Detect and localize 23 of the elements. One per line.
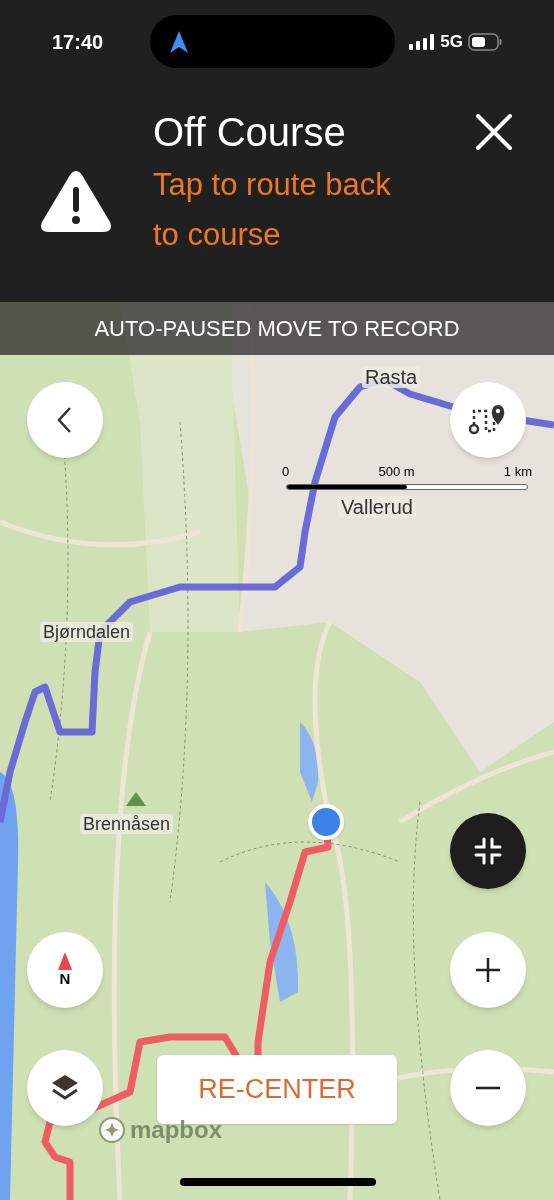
- signal-icon: [409, 34, 436, 50]
- network-label: 5G: [440, 31, 463, 54]
- alert-title: Off Course: [153, 109, 347, 156]
- scale-label: 0: [282, 463, 290, 481]
- map-place-label: Rasta: [362, 366, 421, 388]
- collapse-icon: [474, 837, 502, 865]
- scale-label: 500 m: [378, 463, 415, 481]
- map-place-label: Bjørndalen: [40, 622, 134, 642]
- banner-text: AUTO-PAUSED MOVE TO RECORD: [94, 315, 460, 343]
- route-back-link[interactable]: Tap to route back to course: [153, 160, 415, 260]
- minus-icon: [475, 1086, 501, 1090]
- status-time: 17:40: [52, 30, 104, 55]
- close-button[interactable]: [474, 112, 514, 152]
- summit-icon: [126, 792, 146, 806]
- scale-label: 1 km: [503, 463, 532, 481]
- map-place-label: Vallerud: [338, 496, 416, 518]
- map-place-label: Brennåsen: [80, 814, 174, 834]
- north-arrow-icon: [58, 952, 72, 970]
- map-view[interactable]: AUTO-PAUSED MOVE TO RECORD Rasta Vallerud Bjørndalen Brennåsen 0 500 m 1 km N RE-CENTER mapbox: [0, 302, 554, 1200]
- navigation-arrow-icon: [170, 30, 188, 53]
- warning-icon: [40, 170, 112, 234]
- battery-icon: [468, 33, 502, 51]
- plus-icon: [475, 957, 501, 983]
